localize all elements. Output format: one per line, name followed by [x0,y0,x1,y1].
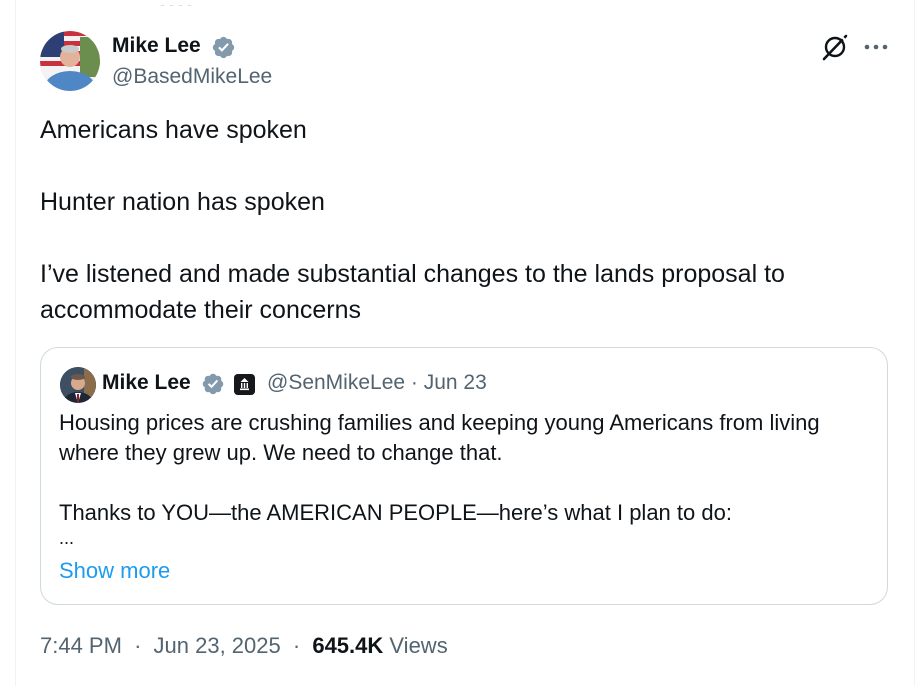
views-count: 645.4K [312,633,384,658]
author-name[interactable]: Mike Lee [112,34,201,58]
more-icon[interactable] [862,37,890,57]
quoted-handle-date[interactable]: @SenMikeLee · Jun 23 [267,371,487,395]
verified-badge-icon [212,36,235,59]
verified-badge-icon [202,373,224,395]
quoted-paragraph: Housing prices are crushing families and… [59,410,820,465]
author-avatar[interactable] [40,31,100,91]
quoted-avatar-image [60,367,96,403]
tweet-date[interactable]: Jun 23, 2025 [154,633,281,658]
tweet-time[interactable]: 7:44 PM [40,633,122,658]
quoted-author-name[interactable]: Mike Lee [102,371,191,395]
show-more-link[interactable]: Show more [59,558,170,584]
tweet-view: Mike Lee @BasedMikeLee Americans have sp… [0,0,916,686]
quoted-tweet-text: Housing prices are crushing families and… [59,408,869,548]
timeline-border-left [15,0,16,686]
tweet-text: Americans have spoken Hunter nation has … [40,112,870,328]
tweet-line: Americans have spoken [40,116,307,144]
previous-post-fragment [160,0,200,6]
quoted-tweet-card[interactable]: Mike Lee @SenMikeLee · Jun 23 Housing pr… [40,347,888,605]
timeline-border-right [914,0,915,686]
quoted-author-avatar[interactable] [60,367,96,403]
quoted-ellipsis: ... [59,528,75,548]
author-handle[interactable]: @BasedMikeLee [112,65,272,89]
grok-icon[interactable] [820,32,850,62]
views-label: Views [389,633,448,658]
government-badge-icon [234,374,255,395]
meta-separator: · [292,633,301,658]
tweet-line: I’ve listened and made substantial chang… [40,260,785,324]
avatar-image [40,31,100,91]
meta-separator: · [134,633,142,658]
tweet-meta: 7:44 PM · Jun 23, 2025 · 645.4K Views [40,633,448,659]
tweet-line: Hunter nation has spoken [40,188,325,216]
quoted-paragraph: Thanks to YOU—the AMERICAN PEOPLE—here’s… [59,500,732,525]
